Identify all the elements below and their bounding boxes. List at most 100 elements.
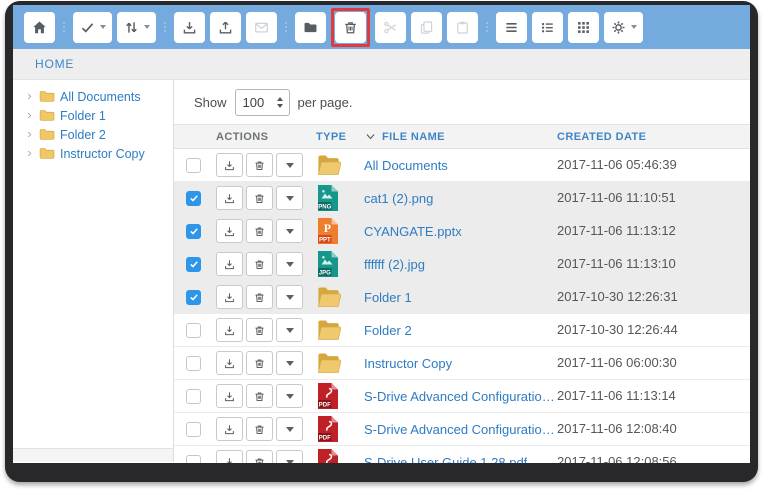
- row-more-button[interactable]: [276, 252, 303, 276]
- file-name-link[interactable]: S-Drive Advanced Configuration Gui...: [364, 389, 557, 404]
- folder-tree-sidebar: All Documents Folder 1 Folder 2 Instruct…: [13, 80, 174, 462]
- svg-text:PDF: PDF: [319, 435, 331, 441]
- download-button[interactable]: [174, 12, 205, 43]
- copy-button[interactable]: [411, 12, 442, 43]
- row-delete-button[interactable]: [246, 153, 273, 177]
- row-more-button[interactable]: [276, 318, 303, 342]
- row-delete-button[interactable]: [246, 285, 273, 309]
- page-size-input[interactable]: [236, 94, 275, 111]
- row-delete-button[interactable]: [246, 318, 273, 342]
- row-delete-button[interactable]: [246, 384, 273, 408]
- sidebar-folder-item[interactable]: Folder 2: [13, 125, 173, 144]
- view-list-button[interactable]: [496, 12, 527, 43]
- row-more-button[interactable]: [276, 219, 303, 243]
- table-row: Folder 1 2017-10-30 12:26:31: [174, 281, 750, 314]
- check-icon: [189, 292, 199, 302]
- row-more-button[interactable]: [276, 186, 303, 210]
- row-download-button[interactable]: [216, 219, 243, 243]
- row-checkbox[interactable]: [186, 257, 201, 272]
- sidebar-folder-item[interactable]: All Documents: [13, 87, 173, 106]
- file-name-link[interactable]: All Documents: [364, 158, 448, 173]
- home-button[interactable]: [24, 12, 55, 43]
- file-name-link[interactable]: Folder 2: [364, 323, 412, 338]
- row-checkbox[interactable]: [186, 455, 201, 464]
- toolbar-separator-dots: [164, 22, 166, 32]
- file-name-link[interactable]: Folder 1: [364, 290, 412, 305]
- view-grid-button[interactable]: [568, 12, 599, 43]
- row-more-button[interactable]: [276, 417, 303, 441]
- row-download-button[interactable]: [216, 351, 243, 375]
- chevron-right-icon: [25, 130, 34, 139]
- row-more-button[interactable]: [276, 450, 303, 463]
- caret-down-icon: [144, 25, 150, 29]
- row-checkbox[interactable]: [186, 158, 201, 173]
- row-download-button[interactable]: [216, 450, 243, 463]
- trash-icon: [253, 159, 266, 172]
- breadcrumb-home-link[interactable]: HOME: [35, 57, 74, 71]
- spinner-down-icon[interactable]: [277, 104, 283, 108]
- table-row: All Documents 2017-11-06 05:46:39: [174, 149, 750, 182]
- row-delete-button[interactable]: [246, 351, 273, 375]
- cut-icon: [382, 19, 399, 36]
- trash-icon: [253, 324, 266, 337]
- row-delete-button[interactable]: [246, 219, 273, 243]
- select-check-button[interactable]: [73, 12, 112, 43]
- row-delete-button[interactable]: [246, 417, 273, 441]
- sidebar-folder-item[interactable]: Folder 1: [13, 106, 173, 125]
- file-name-link[interactable]: cat1 (2).png: [364, 191, 433, 206]
- row-download-button[interactable]: [216, 186, 243, 210]
- created-date: 2017-11-06 12:08:56: [557, 454, 677, 463]
- row-checkbox[interactable]: [186, 356, 201, 371]
- file-name-link[interactable]: ffffff (2).jpg: [364, 257, 425, 272]
- new-folder-button[interactable]: [295, 12, 326, 43]
- file-name-link[interactable]: Instructor Copy: [364, 356, 452, 371]
- row-checkbox[interactable]: [186, 323, 201, 338]
- row-download-button[interactable]: [216, 318, 243, 342]
- row-checkbox[interactable]: [186, 224, 201, 239]
- row-download-button[interactable]: [216, 285, 243, 309]
- row-download-button[interactable]: [216, 153, 243, 177]
- table-row: PDF S-Drive Advanced Configuration Gui..…: [174, 380, 750, 413]
- sort-descending-icon: [364, 130, 377, 143]
- table-row: Folder 2 2017-10-30 12:26:44: [174, 314, 750, 347]
- row-checkbox[interactable]: [186, 290, 201, 305]
- paste-button[interactable]: [447, 12, 478, 43]
- view-detail-button[interactable]: [532, 12, 563, 43]
- file-name-link[interactable]: S-Drive User Guide 1.28.pdf: [364, 455, 527, 464]
- header-file-name[interactable]: FILE NAME: [364, 130, 557, 143]
- row-download-button[interactable]: [216, 417, 243, 441]
- header-type[interactable]: TYPE: [316, 131, 364, 143]
- row-delete-button[interactable]: [246, 252, 273, 276]
- created-date: 2017-11-06 12:08:40: [557, 421, 677, 436]
- row-checkbox[interactable]: [186, 389, 201, 404]
- row-checkbox[interactable]: [186, 191, 201, 206]
- row-delete-button[interactable]: [246, 450, 273, 463]
- file-name-link[interactable]: CYANGATE.pptx: [364, 224, 462, 239]
- email-button[interactable]: [246, 12, 277, 43]
- trash-button[interactable]: [335, 12, 366, 43]
- spinner-up-icon[interactable]: [277, 97, 283, 101]
- folder-icon: [39, 90, 55, 103]
- header-created-date[interactable]: CREATED DATE: [557, 131, 750, 143]
- svg-text:PPT: PPT: [319, 237, 331, 243]
- sort-arrows-button[interactable]: [117, 12, 156, 43]
- row-more-button[interactable]: [276, 153, 303, 177]
- file-name-link[interactable]: S-Drive Advanced Configuration Gui...: [364, 422, 557, 437]
- row-more-button[interactable]: [276, 285, 303, 309]
- download-icon: [223, 456, 236, 464]
- trash-icon: [253, 456, 266, 464]
- created-date: 2017-11-06 11:13:10: [557, 256, 676, 271]
- upload-button[interactable]: [210, 12, 241, 43]
- sidebar-scrollbar[interactable]: [13, 448, 173, 462]
- row-more-button[interactable]: [276, 351, 303, 375]
- gear-button[interactable]: [604, 12, 643, 43]
- row-download-button[interactable]: [216, 384, 243, 408]
- caret-down-icon: [286, 163, 294, 168]
- row-more-button[interactable]: [276, 384, 303, 408]
- row-download-button[interactable]: [216, 252, 243, 276]
- row-checkbox[interactable]: [186, 422, 201, 437]
- row-delete-button[interactable]: [246, 186, 273, 210]
- chevron-right-icon: [25, 92, 34, 101]
- sidebar-folder-item[interactable]: Instructor Copy: [13, 144, 173, 163]
- cut-button[interactable]: [375, 12, 406, 43]
